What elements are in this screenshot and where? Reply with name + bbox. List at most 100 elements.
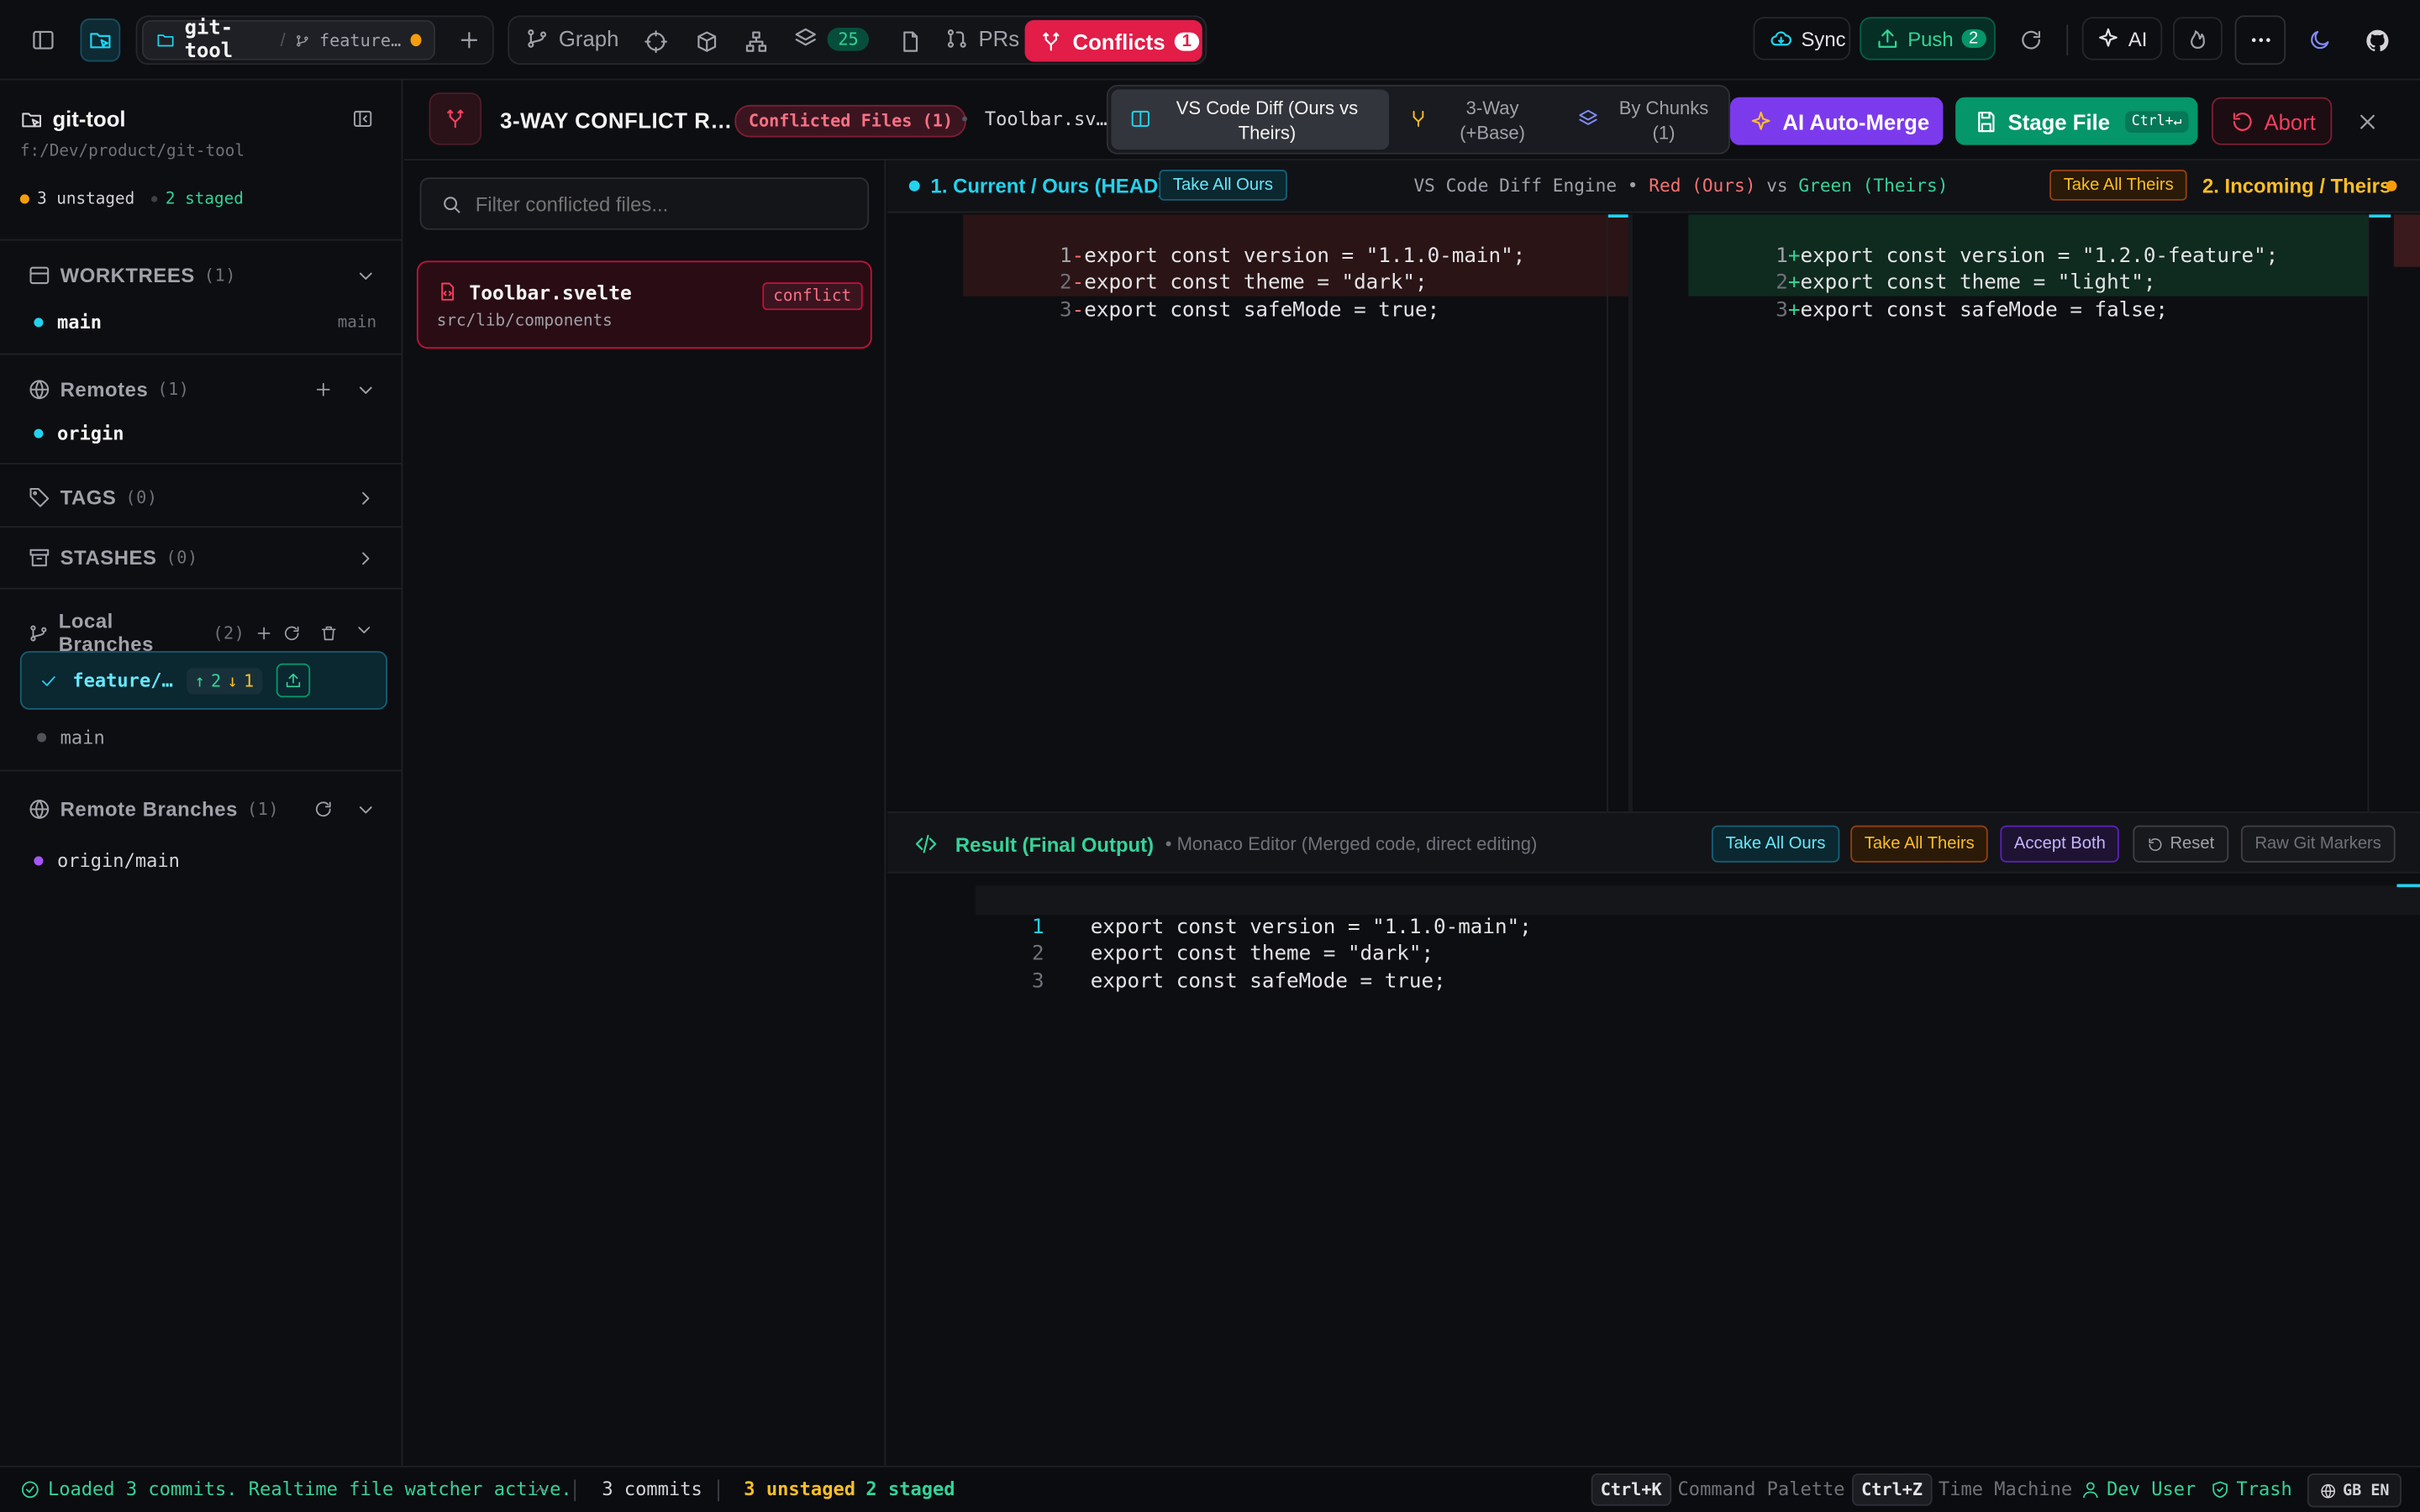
tags-header[interactable]: TAGS (0) <box>28 486 376 509</box>
stashes-header[interactable]: STASHES (0) <box>28 546 376 570</box>
remotes-header[interactable]: Remotes (1) <box>28 378 376 402</box>
remote-branches-title: Remote Branches <box>60 797 238 822</box>
status-staged[interactable]: 2 staged <box>865 1478 955 1500</box>
push-branch-button[interactable] <box>275 663 310 698</box>
conflicts-tab[interactable]: Conflicts 1 <box>1024 19 1202 62</box>
worktree-item[interactable]: main main <box>34 312 376 333</box>
pull-request-icon <box>947 29 966 48</box>
conflicts-label: Conflicts <box>1072 28 1165 54</box>
stack-view-button[interactable]: 25 <box>793 26 870 50</box>
command-palette-label[interactable]: Command Palette <box>1678 1478 1845 1500</box>
code-icon <box>915 834 937 853</box>
command-palette-shortcut[interactable]: Ctrl+K <box>1591 1473 1671 1506</box>
tree-view-button[interactable] <box>742 28 770 55</box>
trash-icon[interactable] <box>319 622 338 643</box>
file-view-button[interactable] <box>897 28 924 55</box>
remote-branches-header[interactable]: Remote Branches (1) <box>28 797 376 822</box>
diff-editor-area: 1. Current / Ours (HEAD) Take All Ours V… <box>887 160 2420 1466</box>
ours-scrollbar[interactable] <box>1607 214 1628 812</box>
chevron-down-icon <box>359 806 372 813</box>
hot-button[interactable] <box>2173 17 2223 60</box>
conflict-file-item[interactable]: Toolbar.svelte src/lib/components confli… <box>416 260 872 349</box>
ai-auto-merge-label: AI Auto-Merge <box>1782 108 1930 134</box>
chevron-right-icon <box>362 551 370 564</box>
refresh-icon[interactable] <box>282 622 301 643</box>
tab-vscode-diff[interactable]: VS Code Diff (Ours vs Theirs) <box>1111 89 1390 150</box>
ai-button[interactable]: AI <box>2081 17 2163 60</box>
push-button[interactable]: Push 2 <box>1860 17 1996 60</box>
diff-header: 1. Current / Ours (HEAD) Take All Ours V… <box>887 160 2420 213</box>
theirs-scrollbar[interactable] <box>2367 214 2420 812</box>
ai-auto-merge-button[interactable]: AI Auto-Merge <box>1729 97 1944 145</box>
local-branches-header[interactable]: Local Branches (2) <box>28 610 376 656</box>
remote-item[interactable]: origin <box>34 423 124 444</box>
worktrees-header[interactable]: WORKTREES (1) <box>28 264 376 287</box>
theirs-pane[interactable]: 1+export const version = "1.2.0-feature"… <box>1633 214 2420 812</box>
graph-tab[interactable]: Graph <box>524 26 619 51</box>
unstaged-count: 3 unstaged <box>37 189 135 208</box>
result-take-all-theirs-button[interactable]: Take All Theirs <box>1850 825 1989 863</box>
theme-toggle-button[interactable] <box>2304 24 2335 55</box>
diff-take-all-ours-button[interactable]: Take All Ours <box>1159 170 1287 201</box>
toggle-sidebar-button[interactable] <box>24 22 61 59</box>
push-count-badge: 2 <box>1960 29 1986 48</box>
branch-name: main <box>60 727 105 748</box>
graph-label: Graph <box>558 26 619 51</box>
package-view-button[interactable] <box>693 28 721 55</box>
sidebar-icon <box>33 30 54 50</box>
result-editor[interactable]: 1 export const version = "1.1.0-main"; 2e… <box>887 874 2420 1466</box>
theirs-line: 3+export const safeMode = false; <box>1633 270 2168 350</box>
collapse-sidebar-button[interactable] <box>350 107 375 131</box>
time-machine-label[interactable]: Time Machine <box>1939 1478 2072 1500</box>
box-icon <box>697 31 717 52</box>
ours-label: 1. Current / Ours (HEAD) <box>930 174 1165 198</box>
new-tab-button[interactable] <box>454 24 485 55</box>
user-indicator[interactable]: Dev User <box>2081 1478 2196 1499</box>
ours-scroll-marker <box>1607 214 1628 218</box>
abort-button[interactable]: Abort <box>2212 97 2333 145</box>
result-title: Result (Final Output) <box>955 832 1155 857</box>
remote-dot <box>34 428 44 438</box>
plus-icon[interactable] <box>255 622 273 643</box>
repo-tab[interactable]: git-tool / feature… <box>141 17 435 63</box>
stage-file-button[interactable]: Stage File Ctrl+↵ <box>1955 97 2198 145</box>
remote-branch-item[interactable]: origin/main <box>34 850 180 872</box>
close-conflict-button[interactable] <box>2354 108 2381 136</box>
refresh-icon[interactable] <box>313 799 334 819</box>
worktree-icon <box>29 266 50 285</box>
explorer-toggle-button[interactable] <box>80 18 121 62</box>
trash-indicator[interactable]: Trash <box>2210 1478 2292 1499</box>
status-unstaged[interactable]: 3 unstaged <box>744 1478 855 1500</box>
result-take-all-ours-button[interactable]: Take All Ours <box>1711 825 1840 863</box>
sync-button[interactable]: Sync <box>1753 17 1851 60</box>
diff-take-all-theirs-button[interactable]: Take All Theirs <box>2049 170 2188 201</box>
time-machine-shortcut[interactable]: Ctrl+Z <box>1852 1473 1933 1506</box>
sidebar-divider <box>0 353 403 355</box>
raw-git-markers-button[interactable]: Raw Git Markers <box>2240 825 2396 863</box>
target-view-button[interactable] <box>642 28 670 55</box>
filter-files-input[interactable] <box>475 188 854 219</box>
active-branch-item[interactable]: feature/… ↑ 2 ↓ 1 <box>19 651 388 710</box>
ours-line: 3-export const safeMode = true; <box>887 270 1628 350</box>
search-icon <box>444 197 460 213</box>
view-switcher: Graph 25 PRs Conflicts 1 <box>508 15 1207 66</box>
tab-by-chunks[interactable]: By Chunks (1) <box>1565 90 1725 150</box>
refresh-button[interactable] <box>2016 24 2047 55</box>
conflicted-files-badge[interactable]: Conflicted Files (1) <box>734 104 967 138</box>
repo-folder-icon <box>157 34 174 47</box>
accept-both-button[interactable]: Accept Both <box>2000 825 2120 863</box>
reset-button[interactable]: Reset <box>2133 825 2228 863</box>
prs-tab[interactable]: PRs <box>944 26 1019 51</box>
plus-icon[interactable] <box>313 380 334 400</box>
locale-switcher[interactable]: GB EN <box>2307 1473 2402 1508</box>
filter-input-wrap[interactable] <box>419 177 870 230</box>
chevron-up-icon[interactable] <box>533 1481 550 1498</box>
ours-pane[interactable]: 1-export const version = "1.1.0-main"; 2… <box>887 214 1628 812</box>
more-button[interactable] <box>2234 15 2286 66</box>
tab-three-way[interactable]: 3-Way (+Base) <box>1395 90 1555 150</box>
ahead-count: 2 <box>211 670 222 690</box>
branch-item[interactable]: main <box>37 727 105 748</box>
github-button[interactable] <box>2361 24 2392 55</box>
sidebar-divider <box>0 463 403 465</box>
chevron-down-icon <box>359 271 372 280</box>
